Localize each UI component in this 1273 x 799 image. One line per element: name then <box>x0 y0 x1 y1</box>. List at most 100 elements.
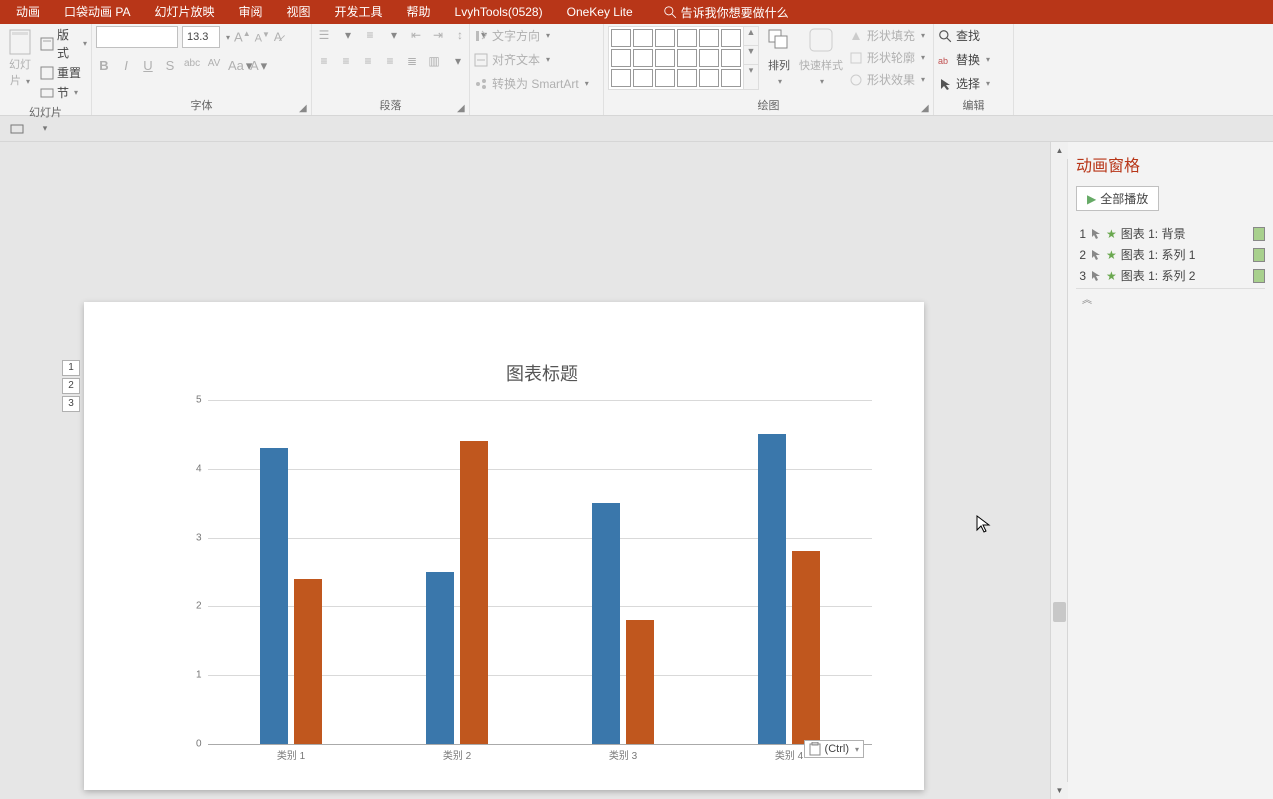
menu-pocket-anim[interactable]: 口袋动画 PA <box>52 0 142 24</box>
anim-duration-bar[interactable] <box>1253 248 1265 262</box>
find-button[interactable]: 查找 <box>938 26 980 46</box>
font-color-button[interactable]: A▾ <box>250 58 266 74</box>
align-text-button[interactable]: 对齐文本▾ <box>474 50 550 70</box>
shape-fill-icon <box>849 29 863 43</box>
menu-review[interactable]: 审阅 <box>226 0 274 24</box>
bar-系列 1-类别 4[interactable] <box>758 434 786 744</box>
tell-me-search[interactable]: 告诉我你想要做什么 <box>663 4 789 21</box>
bold-button[interactable]: B <box>96 58 112 74</box>
char-spacing-button[interactable]: AV <box>206 58 222 74</box>
scroll-down-button[interactable]: ▼ <box>1051 782 1068 799</box>
font-dialog-launcher[interactable]: ◢ <box>299 103 309 113</box>
menu-bar: 动画 口袋动画 PA 幻灯片放映 审阅 视图 开发工具 帮助 LvyhTools… <box>0 0 1273 24</box>
decrease-indent-button[interactable]: ⇤ <box>408 28 424 42</box>
animation-list-item[interactable]: 2★图表 1: 系列 1 <box>1076 244 1265 265</box>
slide-canvas-area[interactable]: 1 2 3 图表标题 012345类别 1类别 2类别 3类别 4 (Ctrl)… <box>0 142 1050 799</box>
menu-view[interactable]: 视图 <box>275 0 323 24</box>
scroll-up-button[interactable]: ▲ <box>1051 142 1068 159</box>
align-left-button[interactable]: ≡ <box>316 54 332 68</box>
shapes-expand[interactable]: ▾ <box>744 65 758 84</box>
font-name-input[interactable] <box>96 26 178 48</box>
paragraph-group-label: 段落 <box>316 95 465 115</box>
justify-button[interactable]: ≡ <box>382 54 398 68</box>
underline-button[interactable]: U <box>140 58 156 74</box>
animation-list-item[interactable]: 1★图表 1: 背景 <box>1076 223 1265 244</box>
convert-smartart-button[interactable]: 转换为 SmartArt▾ <box>474 74 589 94</box>
quick-styles-button[interactable]: 快速样式▾ <box>799 26 843 87</box>
shape-outline-icon <box>849 51 863 65</box>
select-button[interactable]: 选择▾ <box>938 74 990 94</box>
bar-系列 2-类别 2[interactable] <box>460 441 488 744</box>
new-slide-button[interactable]: 幻灯 片 ▾ <box>4 26 36 88</box>
line-spacing-button[interactable]: ↕ <box>452 28 468 42</box>
bullets-button[interactable]: ☰ <box>316 28 332 42</box>
bar-系列 2-类别 3[interactable] <box>626 620 654 744</box>
anim-tag-2[interactable]: 2 <box>62 378 80 394</box>
play-all-button[interactable]: ▶ 全部播放 <box>1076 186 1159 211</box>
distribute-button[interactable]: ≣ <box>404 54 420 68</box>
search-icon <box>663 5 677 19</box>
editing-group-label: 编辑 <box>938 95 1009 115</box>
main-area: 1 2 3 图表标题 012345类别 1类别 2类别 3类别 4 (Ctrl)… <box>0 142 1273 799</box>
smartart-icon <box>474 77 488 91</box>
vertical-scrollbar[interactable]: ▲ ▼ <box>1050 142 1067 799</box>
replace-button[interactable]: ab替换▾ <box>938 50 990 70</box>
slides-group-label: 幻灯片 <box>4 102 87 122</box>
menu-devtools[interactable]: 开发工具 <box>323 0 395 24</box>
shapes-scroll-up[interactable]: ▲ <box>744 27 758 46</box>
numbering-button[interactable]: ≡ <box>362 28 378 42</box>
anim-duration-bar[interactable] <box>1253 269 1265 283</box>
arrange-icon <box>765 26 793 54</box>
bar-系列 2-类别 1[interactable] <box>294 579 322 744</box>
shapes-scroll-down[interactable]: ▼ <box>744 46 758 65</box>
decrease-font-icon[interactable]: A▼ <box>255 30 270 45</box>
bar-系列 1-类别 3[interactable] <box>592 503 620 744</box>
shape-outline-button[interactable]: 形状轮廓▾ <box>849 48 925 68</box>
menu-animations[interactable]: 动画 <box>4 0 52 24</box>
shape-effects-button[interactable]: 形状效果▾ <box>849 70 925 90</box>
anim-duration-bar[interactable] <box>1253 227 1265 241</box>
quickbar-item-1[interactable] <box>8 120 26 138</box>
shadow-button[interactable]: abc <box>184 58 200 74</box>
y-tick: 2 <box>196 601 202 612</box>
collapse-list-button[interactable]: ︽ <box>1076 288 1265 308</box>
text-direction-button[interactable]: 文字方向▾ <box>474 26 550 46</box>
animation-pane-title: 动画窗格 <box>1076 152 1265 176</box>
bar-系列 2-类别 4[interactable] <box>792 551 820 744</box>
align-right-button[interactable]: ≡ <box>360 54 376 68</box>
bar-系列 1-类别 1[interactable] <box>260 448 288 744</box>
change-case-button[interactable]: Aa▾ <box>228 58 244 74</box>
columns-button[interactable]: ▥ <box>426 54 442 68</box>
shapes-gallery[interactable] <box>608 26 744 90</box>
slide[interactable]: 1 2 3 图表标题 012345类别 1类别 2类别 3类别 4 (Ctrl)… <box>84 302 924 790</box>
align-center-button[interactable]: ≡ <box>338 54 354 68</box>
increase-font-icon[interactable]: A▲ <box>234 29 251 44</box>
italic-button[interactable]: I <box>118 58 134 74</box>
section-button[interactable]: 节▾ <box>40 84 87 102</box>
anim-tag-3[interactable]: 3 <box>62 396 80 412</box>
clear-formatting-icon[interactable]: A̷ <box>274 30 282 44</box>
menu-lvyhtools[interactable]: LvyhTools(0528) <box>443 0 555 24</box>
quickbar-customize[interactable]: ▾ <box>36 120 54 138</box>
scroll-thumb[interactable] <box>1053 602 1066 622</box>
font-size-input[interactable] <box>182 26 220 48</box>
anim-tag-1[interactable]: 1 <box>62 360 80 376</box>
menu-onekey[interactable]: OneKey Lite <box>555 0 645 24</box>
drawing-dialog-launcher[interactable]: ◢ <box>921 103 931 113</box>
shape-fill-button[interactable]: 形状填充▾ <box>849 26 925 46</box>
strikethrough-button[interactable]: S <box>162 58 178 74</box>
menu-help[interactable]: 帮助 <box>395 0 443 24</box>
increase-indent-button[interactable]: ⇥ <box>430 28 446 42</box>
paste-options-button[interactable]: (Ctrl)▾ <box>804 740 864 758</box>
layout-button[interactable]: 版式▾ <box>40 26 87 62</box>
reset-button[interactable]: 重置 <box>40 64 87 82</box>
bar-系列 1-类别 2[interactable] <box>426 572 454 744</box>
chart[interactable]: 图表标题 012345类别 1类别 2类别 3类别 4 <box>192 360 892 780</box>
reset-icon <box>40 66 54 80</box>
arrange-button[interactable]: 排列▾ <box>765 26 793 87</box>
paragraph-dialog-launcher[interactable]: ◢ <box>457 103 467 113</box>
quick-styles-icon <box>807 26 835 54</box>
menu-slideshow[interactable]: 幻灯片放映 <box>142 0 226 24</box>
x-category-label: 类别 3 <box>609 747 637 762</box>
animation-list-item[interactable]: 3★图表 1: 系列 2 <box>1076 265 1265 286</box>
